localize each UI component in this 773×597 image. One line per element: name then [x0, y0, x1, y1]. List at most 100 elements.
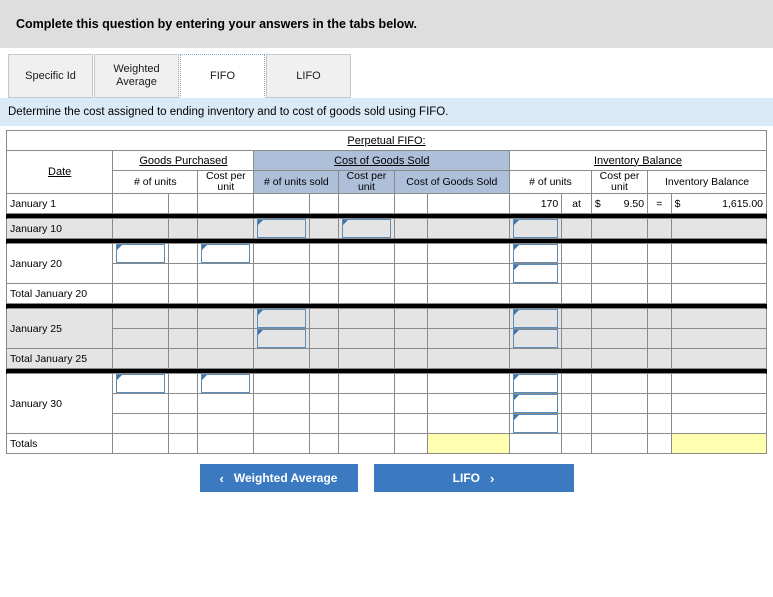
table-row-totals: Totals: [5, 433, 768, 454]
cell-jan30b-gp-cost: [197, 393, 255, 414]
row-label-total-january-25: Total January 25: [5, 348, 114, 369]
sub-instruction-text: Determine the cost assigned to ending in…: [8, 106, 449, 118]
tab-specific-id[interactable]: Specific Id: [8, 54, 93, 98]
cell-tj20-cogs-cost: [338, 283, 395, 304]
cell-tj25-cogs-units: [253, 348, 310, 369]
cell-tj20-inv-units: [509, 283, 563, 304]
tab-fifo[interactable]: FIFO: [180, 54, 265, 98]
cell-jan20a-gp-cost[interactable]: [197, 243, 255, 264]
cell-totals-cogs-units: [253, 433, 310, 454]
cell-jan25a-cogs-units[interactable]: [253, 308, 310, 329]
cell-jan30a-inv-units[interactable]: [509, 373, 563, 394]
cell-jan25b-gp-units: [112, 328, 169, 349]
col-group-inventory-balance-label: Inventory Balance: [594, 154, 683, 167]
instruction-banner: Complete this question by entering your …: [0, 0, 773, 48]
cell-jan25a-inv-balance: [670, 308, 768, 329]
cell-jan10-inv-units[interactable]: [509, 218, 563, 239]
input-jan30a-inv-units[interactable]: [513, 374, 559, 393]
cell-jan20b-inv-eq: [647, 263, 672, 284]
input-jan10-cogs-cost[interactable]: [342, 219, 391, 238]
col-header-cogs-total: Cost of Goods Sold: [393, 170, 511, 194]
input-jan25b-cogs-units[interactable]: [257, 329, 306, 348]
cell-tj25-cogs-eq: [393, 348, 429, 369]
cell-jan20b-inv-units[interactable]: [509, 263, 563, 284]
input-jan30a-gp-units[interactable]: [116, 374, 165, 393]
cell-jan30c-gp-at: [167, 413, 199, 434]
cell-jan1-equals: =: [647, 193, 672, 214]
cell-totals-inv-cost: [590, 433, 649, 454]
cell-jan10-cogs-cost[interactable]: [338, 218, 395, 239]
table-row-january-30-c: [7, 413, 768, 434]
input-jan10-cogs-units[interactable]: [257, 219, 306, 238]
cell-tj20-cogs-total: [427, 283, 511, 304]
cell-jan10-inv-cost: [590, 218, 649, 239]
cell-jan30c-inv-units[interactable]: [509, 413, 563, 434]
cell-jan30b-inv-balance: [670, 393, 768, 414]
input-jan25a-cogs-units[interactable]: [257, 309, 306, 328]
input-jan20a-gp-cost[interactable]: [201, 244, 251, 263]
cell-jan20b-cogs-units: [253, 263, 310, 284]
cell-jan25b-inv-units[interactable]: [509, 328, 563, 349]
col-header-gp-units: # of units: [112, 170, 199, 194]
cell-jan1-inv-cost-symbol: $: [594, 197, 601, 210]
cell-tj20-gp-cost: [197, 283, 255, 304]
cell-jan20a-inv-eq: [647, 243, 672, 264]
col-header-date-label: Date: [48, 166, 72, 178]
cell-tj25-inv-cost: [590, 348, 649, 369]
cell-totals-cogs-total[interactable]: [427, 433, 511, 454]
row-label-total-january-20: Total January 20: [5, 283, 114, 304]
cell-jan30b-gp-units: [112, 393, 169, 414]
cell-jan1-cogs-total: [427, 193, 511, 214]
input-jan30c-inv-units[interactable]: [513, 414, 559, 433]
input-jan20b-inv-units[interactable]: [513, 264, 559, 283]
cell-jan10-inv-balance: [670, 218, 768, 239]
cell-tj20-inv-eq: [647, 283, 672, 304]
cell-totals-cogs-eq: [393, 433, 429, 454]
cell-jan20a-inv-units[interactable]: [509, 243, 563, 264]
cell-jan20a-gp-units[interactable]: [112, 243, 169, 264]
cell-jan30b-inv-units[interactable]: [509, 393, 563, 414]
tab-weighted-average[interactable]: Weighted Average: [94, 54, 179, 98]
cell-jan10-gp-at: [167, 218, 199, 239]
cell-tj25-inv-at: [561, 348, 592, 369]
next-lifo-button[interactable]: LIFO ›: [373, 464, 574, 492]
perpetual-fifo-table: Perpetual FIFO: Date Goods Purchased Cos…: [5, 130, 768, 454]
cell-totals-inv-balance[interactable]: [670, 433, 768, 454]
cell-jan20b-inv-cost: [590, 263, 649, 284]
cell-jan25a-cogs-at: [308, 308, 340, 329]
cell-jan25b-cogs-eq: [393, 328, 429, 349]
cell-jan25b-cogs-units[interactable]: [253, 328, 310, 349]
cell-jan25a-inv-units[interactable]: [509, 308, 563, 329]
cell-jan30b-cogs-total: [427, 393, 511, 414]
cell-jan30c-cogs-units: [253, 413, 310, 434]
cell-totals-gp-cost: [197, 433, 255, 454]
prev-weighted-average-button[interactable]: ‹ Weighted Average: [199, 464, 358, 492]
col-header-inv-cost-per-unit: Cost per unit: [590, 170, 649, 194]
cell-jan10-cogs-total: [427, 218, 511, 239]
cell-jan10-cogs-units[interactable]: [253, 218, 310, 239]
table-sub-header-row: # of units Cost per unit # of units sold…: [7, 170, 767, 194]
cell-tj20-gp-at: [167, 283, 199, 304]
cell-jan10-inv-eq: [647, 218, 672, 239]
cell-jan30b-cogs-at: [308, 393, 340, 414]
input-jan20a-inv-units[interactable]: [513, 244, 559, 263]
input-jan30a-gp-cost[interactable]: [201, 374, 251, 393]
cell-jan1-gp-at: [167, 193, 199, 214]
cell-jan30a-gp-cost[interactable]: [197, 373, 255, 394]
input-jan25a-inv-units[interactable]: [513, 309, 559, 328]
cell-totals-gp-at: [167, 433, 199, 454]
tab-lifo-label: LIFO: [296, 69, 321, 82]
cell-jan25a-cogs-eq: [393, 308, 429, 329]
cell-jan30c-inv-balance: [670, 413, 768, 434]
table-row-january-20-a: January 20: [5, 243, 768, 284]
cell-jan25a-cogs-cost: [338, 308, 395, 329]
input-jan25b-inv-units[interactable]: [513, 329, 559, 348]
input-jan20a-gp-units[interactable]: [116, 244, 165, 263]
cell-jan30a-gp-units[interactable]: [112, 373, 169, 394]
tab-strip: Specific Id Weighted Average FIFO LIFO: [0, 48, 773, 98]
tab-lifo[interactable]: LIFO: [266, 54, 351, 98]
input-jan30b-inv-units[interactable]: [513, 394, 559, 413]
cell-tj25-cogs-total: [427, 348, 511, 369]
input-jan10-inv-units[interactable]: [513, 219, 559, 238]
cell-jan30b-inv-at: [561, 393, 592, 414]
